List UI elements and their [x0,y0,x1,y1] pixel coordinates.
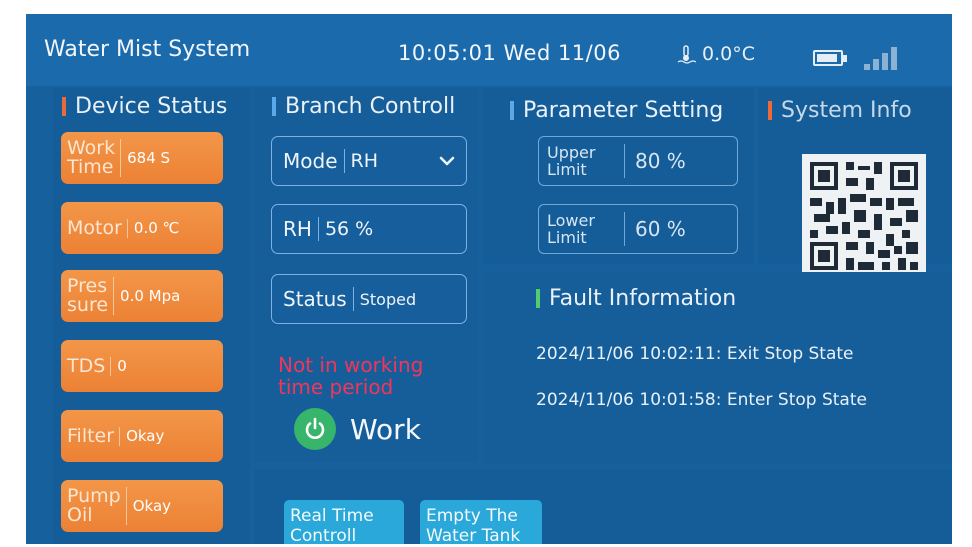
pressure-value: 0.0 Mpa [120,287,181,305]
lower-limit-field[interactable]: Lower Limit 60 % [538,204,738,254]
tds-value: 0 [117,357,127,375]
pump-oil-value: Okay [132,497,172,515]
device-tile-tds[interactable]: TDS 0 [61,340,223,392]
filter-value: Okay [126,427,165,445]
motor-value: 0.0 ℃ [133,219,180,237]
work-label: Work [350,412,421,446]
fault-information-panel: Fault Information 2024/11/06 10:02:11: E… [484,272,952,464]
empty-water-tank-button[interactable]: Empty The Water Tank [420,500,542,544]
top-status-bar: Water Mist System 10:05:01 Wed 11/06 0.0… [26,14,952,86]
mode-select[interactable]: Mode RH [271,136,467,186]
parameter-setting-panel: Parameter Setting Upper Limit 80 % Lower… [482,88,754,264]
mode-value: RH [350,150,379,172]
system-info-title: System Info [768,98,912,123]
lower-limit-value: 60 % [635,217,686,241]
device-tile-pump-oil[interactable]: Pump Oil Okay [61,480,223,532]
branch-control-panel: Branch Controll Mode RH RH 56 % Status S… [254,88,478,462]
thermometer-icon [677,45,696,64]
app-title: Water Mist System [44,37,251,62]
bottom-action-bar: Real Time Controll Empty The Water Tank [254,470,952,544]
power-icon [294,408,336,450]
branch-control-title: Branch Controll [272,94,455,119]
parameter-setting-title: Parameter Setting [510,98,723,123]
upper-limit-field[interactable]: Upper Limit 80 % [538,136,738,186]
signal-icon [864,46,900,70]
datetime-display: 10:05:01 Wed 11/06 [398,41,621,65]
device-tile-work-time[interactable]: Work Time 684 S [61,132,223,184]
device-tile-motor[interactable]: Motor 0.0 ℃ [61,202,223,254]
rh-field: RH 56 % [271,204,467,254]
hmi-screen: Water Mist System 10:05:01 Wed 11/06 0.0… [26,14,952,544]
upper-limit-value: 80 % [635,149,686,173]
work-time-value: 684 S [127,149,171,167]
temperature-value: 0.0°C [702,43,755,65]
device-status-title: Device Status [62,94,227,119]
status-value: Stoped [359,289,417,309]
chevron-down-icon [439,156,455,166]
fault-information-title: Fault Information [536,286,736,311]
fault-entry: 2024/11/06 10:01:58: Enter Stop State [536,390,867,410]
rh-value: 56 % [324,218,374,240]
device-tile-filter[interactable]: Filter Okay [61,410,223,462]
fault-entry: 2024/11/06 10:02:11: Exit Stop State [536,344,854,364]
status-field: Status Stoped [271,274,467,324]
real-time-control-button[interactable]: Real Time Controll [284,500,404,544]
work-button[interactable]: Work [294,408,421,450]
qr-code-icon[interactable] [802,154,926,278]
system-info-panel: System Info [758,88,952,278]
battery-icon [813,50,847,66]
device-status-panel: Device Status Work Time 684 S Motor 0.0 ℃… [54,88,250,544]
temperature-indicator: 0.0°C [676,43,755,65]
working-time-warning: Not in working time period [278,353,424,399]
device-tile-pressure[interactable]: Pres sure 0.0 Mpa [61,270,223,322]
